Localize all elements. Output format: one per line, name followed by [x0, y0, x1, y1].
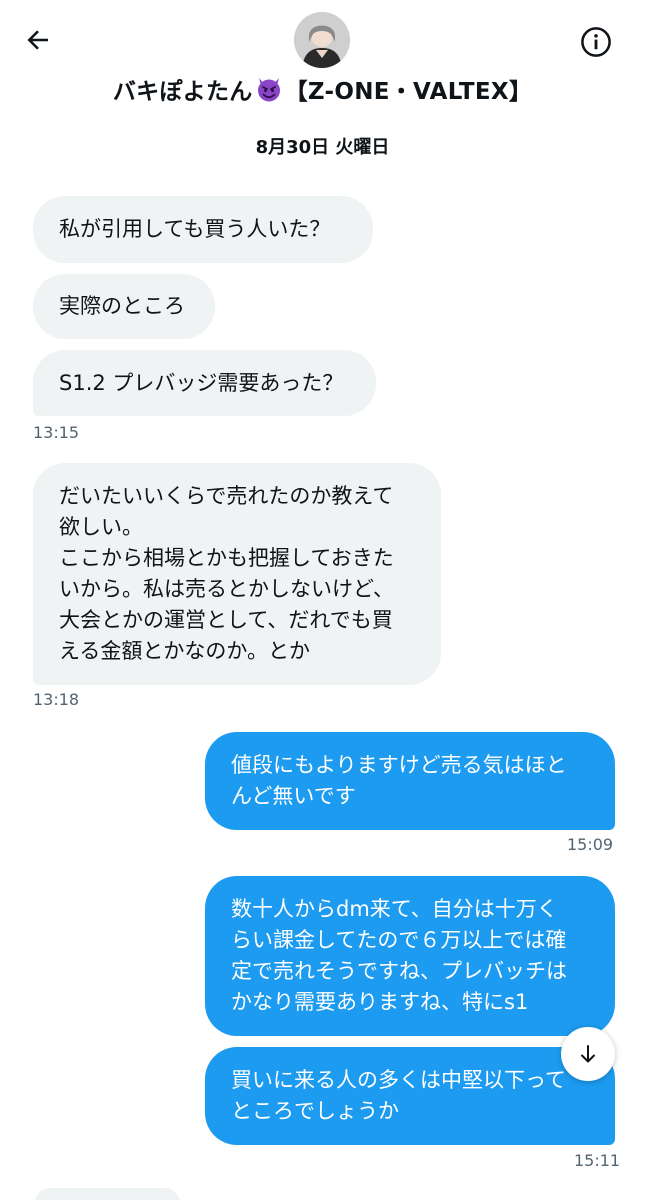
outgoing-message[interactable]: 値段にもよりますけど売る気はほと んど無いです [205, 732, 615, 830]
date-separator: 8月30日 火曜日 [255, 137, 390, 158]
outgoing-message[interactable]: 買いに来る人の多くは中堅以下って ところでしょうか [205, 1047, 615, 1145]
outgoing-message[interactable]: 数十人からdm来て、自分は十万く らい課金してたので６万以上では確 定で売れそう… [205, 876, 615, 1036]
arrow-left-icon [27, 30, 48, 50]
conversation-title: バキぽよたん 【Z-ONE・VALTEX】 [0, 72, 645, 106]
arrow-down-icon [581, 1045, 595, 1063]
incoming-message[interactable]: S1.2 プレバッジ需要あった？ [33, 350, 376, 416]
smiling-devil-emoji-icon [255, 75, 283, 103]
avatar[interactable] [294, 12, 350, 68]
conversation-header: バキぽよたん 【Z-ONE・VALTEX】 [0, 0, 645, 115]
title-team: 【Z-ONE・VALTEX】 [284, 79, 533, 105]
incoming-message[interactable]: 私が引用しても買う人いた？ [33, 196, 373, 263]
info-icon [581, 27, 611, 57]
message-timestamp: 13:15 [33, 423, 80, 442]
title-name: バキぽよたん [112, 79, 253, 105]
incoming-message[interactable]: だいたいいくらで売れたのか教えて 欲しい。 ここから相場とかも把握しておきた い… [33, 463, 441, 685]
info-button[interactable] [574, 20, 618, 64]
incoming-message[interactable]: 実際のところ [33, 274, 215, 339]
message-timestamp: 15:09 [567, 835, 614, 854]
back-button[interactable] [18, 20, 58, 60]
scroll-to-bottom-button[interactable] [561, 1027, 615, 1081]
message-timestamp: 13:18 [33, 690, 80, 709]
incoming-message-partial [35, 1188, 180, 1200]
message-timestamp: 15:11 [574, 1151, 621, 1170]
